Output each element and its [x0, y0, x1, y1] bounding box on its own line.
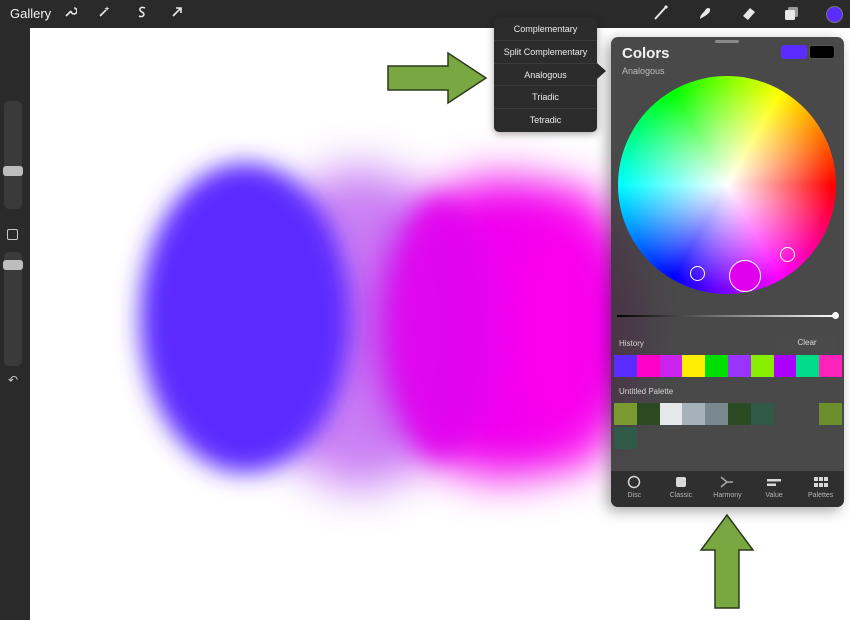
brush-icon[interactable]: [651, 4, 671, 24]
history-swatch[interactable]: [682, 355, 706, 377]
history-swatch[interactable]: [705, 355, 728, 377]
palette-label: Untitled Palette: [619, 387, 674, 396]
color-mode-tabs: Disc Classic Harmony Value Palettes: [611, 471, 844, 507]
left-sidebar: ↶: [0, 28, 30, 620]
history-label: History: [619, 339, 644, 348]
panel-grab-handle[interactable]: [715, 40, 739, 43]
palette-swatch[interactable]: [636, 403, 660, 425]
menu-item-split-complementary[interactable]: Split Complementary: [494, 41, 597, 64]
eyedropper-square-button[interactable]: [7, 229, 18, 240]
menu-pointer: [597, 63, 606, 79]
tab-value[interactable]: Value: [751, 471, 798, 507]
brightness-thumb[interactable]: [832, 312, 839, 319]
tab-disc[interactable]: Disc: [611, 471, 658, 507]
history-swatch[interactable]: [796, 355, 820, 377]
brush-size-thumb[interactable]: [3, 166, 23, 176]
secondary-color-swatch[interactable]: [809, 45, 835, 59]
tab-label: Value: [765, 492, 783, 499]
panel-title: Colors: [622, 45, 670, 62]
menu-item-triadic[interactable]: Triadic: [494, 86, 597, 110]
history-swatches: [614, 355, 842, 377]
layers-icon[interactable]: [782, 4, 802, 24]
menu-item-tetradic[interactable]: Tetradic: [494, 109, 597, 132]
palettes-grid-icon: [797, 475, 844, 489]
wrench-icon[interactable]: [60, 4, 80, 24]
palette-swatch[interactable]: [682, 403, 706, 425]
tab-label: Palettes: [808, 492, 834, 499]
selection-s-icon[interactable]: [132, 4, 152, 24]
disc-icon: [611, 475, 658, 489]
history-swatch[interactable]: [727, 355, 751, 377]
procreate-screen: Gallery ↶ Complementary Split Complement…: [0, 0, 850, 620]
history-swatch[interactable]: [614, 355, 637, 377]
active-color-button[interactable]: [826, 6, 843, 23]
palette-swatch[interactable]: [750, 403, 774, 425]
clear-history-button[interactable]: Clear: [777, 334, 837, 352]
palette-swatch[interactable]: [819, 403, 842, 425]
eraser-icon[interactable]: [739, 4, 759, 24]
annotation-arrow-right-icon: [387, 51, 488, 105]
tab-classic[interactable]: Classic: [658, 471, 705, 507]
harmony-icon: [704, 475, 751, 489]
magic-wand-icon[interactable]: [94, 4, 114, 24]
history-swatch[interactable]: [659, 355, 683, 377]
menu-item-analogous[interactable]: Analogous: [494, 64, 597, 87]
classic-square-icon: [658, 475, 705, 489]
harmony-mode-label[interactable]: Analogous: [622, 66, 665, 76]
history-swatch[interactable]: [636, 355, 660, 377]
transform-arrow-icon[interactable]: [167, 4, 187, 24]
top-toolbar: Gallery: [0, 0, 850, 28]
history-swatch[interactable]: [750, 355, 774, 377]
history-swatch[interactable]: [773, 355, 797, 377]
tab-palettes[interactable]: Palettes: [797, 471, 844, 507]
color-wheel[interactable]: [618, 76, 836, 294]
palette-swatch[interactable]: [705, 403, 728, 425]
harmony-handle-main[interactable]: [729, 260, 761, 292]
undo-icon[interactable]: ↶: [3, 373, 23, 387]
colors-panel: Colors Analogous History Clear Untitled …: [611, 37, 844, 507]
smudge-icon[interactable]: [695, 4, 715, 24]
history-swatch[interactable]: [819, 355, 842, 377]
tab-label: Classic: [669, 492, 693, 499]
harmony-handle-small-2[interactable]: [780, 247, 795, 262]
menu-item-complementary[interactable]: Complementary: [494, 18, 597, 41]
annotation-arrow-up-icon: [699, 513, 755, 609]
harmony-handle-small-1[interactable]: [690, 266, 705, 281]
gallery-button[interactable]: Gallery: [10, 6, 51, 21]
palette-swatch[interactable]: [728, 403, 751, 425]
opacity-thumb[interactable]: [3, 260, 23, 270]
harmony-mode-menu: Complementary Split Complementary Analog…: [494, 18, 597, 132]
primary-color-swatch[interactable]: [781, 45, 807, 59]
palette-swatch[interactable]: [614, 403, 637, 425]
tab-label: Harmony: [713, 492, 742, 499]
brush-size-slider[interactable]: [4, 101, 22, 209]
tab-harmony[interactable]: Harmony: [704, 471, 751, 507]
palette-swatch[interactable]: [614, 427, 637, 449]
palette-swatch[interactable]: [659, 403, 683, 425]
tab-label: Disc: [627, 492, 642, 499]
value-sliders-icon: [751, 475, 798, 489]
brightness-slider[interactable]: [617, 315, 837, 317]
